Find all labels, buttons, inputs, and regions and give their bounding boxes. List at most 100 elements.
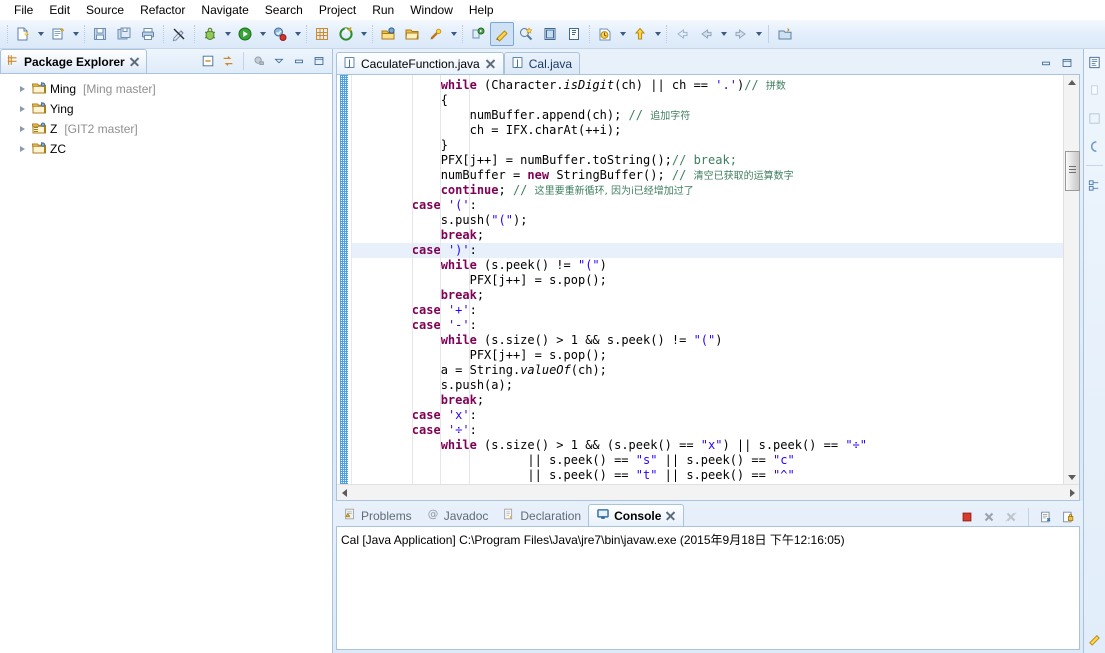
vertical-scroll-track[interactable] — [1064, 89, 1080, 470]
menu-item-navigate[interactable]: Navigate — [193, 1, 256, 19]
tree-item-z[interactable]: Z [GIT2 master] — [0, 119, 332, 139]
editor-tab-caculatefunction[interactable]: J CaculateFunction.java — [336, 52, 504, 74]
close-icon[interactable] — [129, 56, 140, 67]
forward-dropdown-arrow-icon[interactable] — [753, 23, 764, 45]
new-icon[interactable] — [11, 22, 35, 46]
menu-item-refactor[interactable]: Refactor — [132, 1, 193, 19]
menu-item-source[interactable]: Source — [78, 1, 132, 19]
tab-javadoc[interactable]: @ Javadoc — [419, 505, 496, 526]
link-icon[interactable] — [424, 22, 448, 46]
back-icon[interactable] — [670, 22, 694, 46]
menu-item-file[interactable]: File — [6, 1, 41, 19]
open-perspective-icon[interactable] — [773, 22, 797, 46]
close-icon[interactable] — [485, 58, 496, 69]
highlight-pen-icon[interactable] — [1086, 629, 1104, 647]
menu-item-search[interactable]: Search — [257, 1, 311, 19]
terminate-icon[interactable] — [958, 508, 976, 526]
tree-item-zc[interactable]: ZC — [0, 139, 332, 159]
new-java-class-icon[interactable] — [46, 22, 70, 46]
tree-item-ying[interactable]: Ying — [0, 99, 332, 119]
debug-icon[interactable] — [198, 22, 222, 46]
next-annotation-icon[interactable] — [466, 22, 490, 46]
editor-gutter[interactable] — [337, 75, 352, 484]
new-dropdown-arrow-icon[interactable] — [35, 23, 46, 45]
toggle-mark-occurrences-icon[interactable] — [167, 22, 191, 46]
scroll-up-arrow-icon[interactable] — [1064, 75, 1079, 89]
forward-icon[interactable] — [729, 22, 753, 46]
open-task-icon[interactable] — [376, 22, 400, 46]
show-print-margin-icon[interactable] — [562, 22, 586, 46]
console-tab-label: Declaration — [520, 508, 582, 523]
view-menu-icon[interactable] — [270, 52, 288, 70]
show-whitespace-icon[interactable] — [538, 22, 562, 46]
debug-dropdown-arrow-icon[interactable] — [222, 23, 233, 45]
code-editor[interactable]: while (Character.isDigit(ch) || ch == '.… — [352, 75, 1063, 484]
search-ref-icon[interactable] — [514, 22, 538, 46]
previous-edit-icon[interactable] — [593, 22, 617, 46]
scroll-down-arrow-icon[interactable] — [1064, 470, 1079, 484]
clear-console-icon[interactable] — [1037, 508, 1055, 526]
console-output[interactable]: Cal [Java Application] C:\Program Files\… — [336, 526, 1080, 650]
minimize-icon[interactable] — [1037, 54, 1055, 72]
menu-item-window[interactable]: Window — [402, 1, 461, 19]
scroll-right-arrow-icon[interactable] — [1065, 485, 1079, 500]
link-with-editor-icon[interactable] — [219, 52, 237, 70]
editor-horizontal-scrollbar[interactable] — [337, 484, 1079, 500]
external-tools-icon[interactable] — [268, 22, 292, 46]
print-icon[interactable] — [136, 22, 160, 46]
task-list-icon[interactable] — [1086, 176, 1104, 194]
minimize-icon[interactable] — [290, 52, 308, 70]
scroll-lock-icon[interactable] — [1059, 508, 1077, 526]
project-tree[interactable]: Ming [Ming master] Ying Z [GIT2 master] … — [0, 74, 332, 653]
external-tools-dropdown-arrow-icon[interactable] — [292, 23, 303, 45]
next-edit-icon[interactable] — [628, 22, 652, 46]
expand-arrow-icon[interactable] — [16, 86, 28, 92]
scroll-left-arrow-icon[interactable] — [337, 485, 351, 500]
expand-arrow-icon[interactable] — [16, 126, 28, 132]
new-java-class-dropdown-arrow-icon[interactable] — [70, 23, 81, 45]
editor-tab-cal[interactable]: J Cal.java — [503, 52, 581, 74]
menu-item-project[interactable]: Project — [311, 1, 364, 19]
back-alt-icon[interactable] — [694, 22, 718, 46]
open-type-icon[interactable] — [334, 22, 358, 46]
close-icon[interactable] — [665, 510, 676, 521]
pencil-highlight-icon[interactable] — [490, 22, 514, 46]
tree-item-ming[interactable]: Ming [Ming master] — [0, 79, 332, 99]
back-dropdown-arrow-icon[interactable] — [718, 23, 729, 45]
vertical-scroll-thumb[interactable] — [1065, 151, 1080, 191]
save-all-icon[interactable] — [112, 22, 136, 46]
outline-view-icon[interactable] — [1086, 53, 1104, 71]
java-project-icon — [31, 120, 47, 139]
run-dropdown-arrow-icon[interactable] — [257, 23, 268, 45]
menu-item-run[interactable]: Run — [364, 1, 402, 19]
remove-all-terminated-icon[interactable] — [1002, 508, 1020, 526]
menu-item-help[interactable]: Help — [461, 1, 502, 19]
next-edit-dropdown-arrow-icon[interactable] — [652, 23, 663, 45]
previous-edit-dropdown-arrow-icon[interactable] — [617, 23, 628, 45]
editor-vertical-scrollbar[interactable] — [1063, 75, 1080, 484]
open-type-dropdown-arrow-icon[interactable] — [358, 23, 369, 45]
run-icon[interactable] — [233, 22, 257, 46]
maximize-icon[interactable] — [1058, 54, 1076, 72]
save-icon[interactable] — [88, 22, 112, 46]
link-dropdown-arrow-icon[interactable] — [448, 23, 459, 45]
tab-declaration[interactable]: Declaration — [495, 505, 588, 526]
collapse-all-icon[interactable] — [199, 52, 217, 70]
horizontal-scroll-track[interactable] — [351, 485, 1065, 500]
tab-problems[interactable]: Problems — [336, 505, 419, 526]
tab-console[interactable]: Console — [588, 504, 685, 526]
maximize-icon[interactable] — [310, 52, 328, 70]
console-toolbar-separator — [1028, 508, 1029, 526]
outline-box-icon[interactable] — [1086, 109, 1104, 127]
remove-launch-icon[interactable] — [980, 508, 998, 526]
search-folder-icon[interactable] — [400, 22, 424, 46]
new-package-icon[interactable] — [310, 22, 334, 46]
focus-on-active-task-icon[interactable] — [250, 52, 268, 70]
outline-entry-icon[interactable] — [1086, 81, 1104, 99]
menu-item-edit[interactable]: Edit — [41, 1, 78, 19]
outline-method-icon[interactable] — [1086, 137, 1104, 155]
tab-package-explorer[interactable]: Package Explorer — [0, 49, 147, 73]
expand-arrow-icon[interactable] — [16, 146, 28, 152]
expand-arrow-icon[interactable] — [16, 106, 28, 112]
